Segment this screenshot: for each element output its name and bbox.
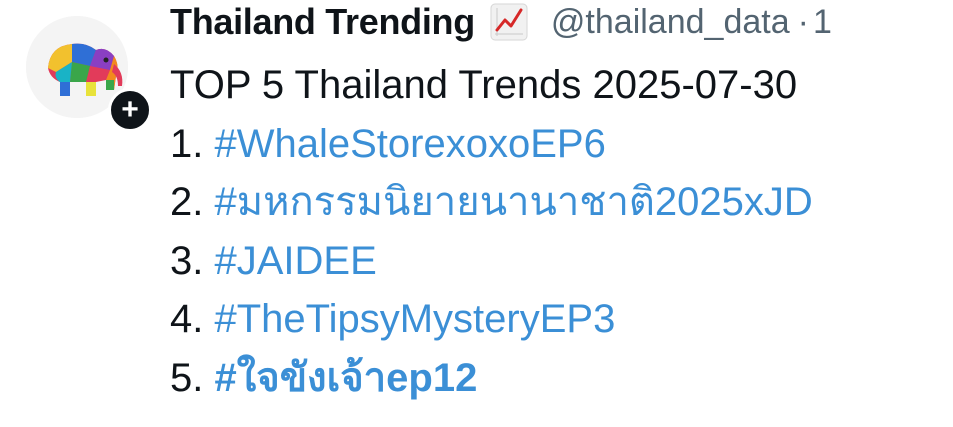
hashtag-link[interactable]: #TheTipsyMysteryEP3: [214, 297, 615, 341]
trend-item: 3. #JAIDEE: [170, 232, 950, 291]
hashtag-link[interactable]: #ใจขังเจ้าep12: [214, 356, 477, 400]
separator-dot: ·: [797, 2, 809, 41]
tweet-header: Thailand Trending @thailand_data · 1: [170, 0, 953, 44]
trend-item: 5. #ใจขังเจ้าep12: [170, 349, 950, 408]
tweet-headline: TOP 5 Thailand Trends 2025-07-30: [170, 63, 798, 107]
hashtag-link[interactable]: #WhaleStorexoxoEP6: [214, 122, 605, 166]
timestamp[interactable]: 1: [813, 3, 832, 42]
trend-rank: 3.: [170, 238, 204, 283]
trend-item: 4. #TheTipsyMysteryEP3: [170, 290, 950, 349]
trend-rank: 5.: [170, 355, 204, 400]
trend-rank: 1.: [170, 121, 204, 166]
trend-rank: 2.: [170, 180, 204, 224]
trend-rank: 4.: [170, 297, 204, 341]
avatar-container[interactable]: +: [26, 16, 152, 132]
display-name[interactable]: Thailand Trending: [170, 1, 475, 43]
follow-plus-button[interactable]: +: [108, 88, 152, 132]
chart-increasing-icon: [489, 2, 529, 42]
hashtag-link[interactable]: #มหกรรมนิยายนานาชาติ2025xJD: [214, 180, 812, 224]
hashtag-link[interactable]: #JAIDEE: [214, 239, 376, 283]
plus-icon: +: [121, 93, 139, 126]
user-handle[interactable]: @thailand_data: [551, 3, 790, 42]
trend-item: 2. #มหกรรมนิยายนานาชาติ2025xJD: [170, 173, 950, 232]
tweet-text: TOP 5 Thailand Trends 2025-07-30 1. #Wha…: [170, 56, 950, 407]
trend-item: 1. #WhaleStorexoxoEP6: [170, 115, 950, 174]
